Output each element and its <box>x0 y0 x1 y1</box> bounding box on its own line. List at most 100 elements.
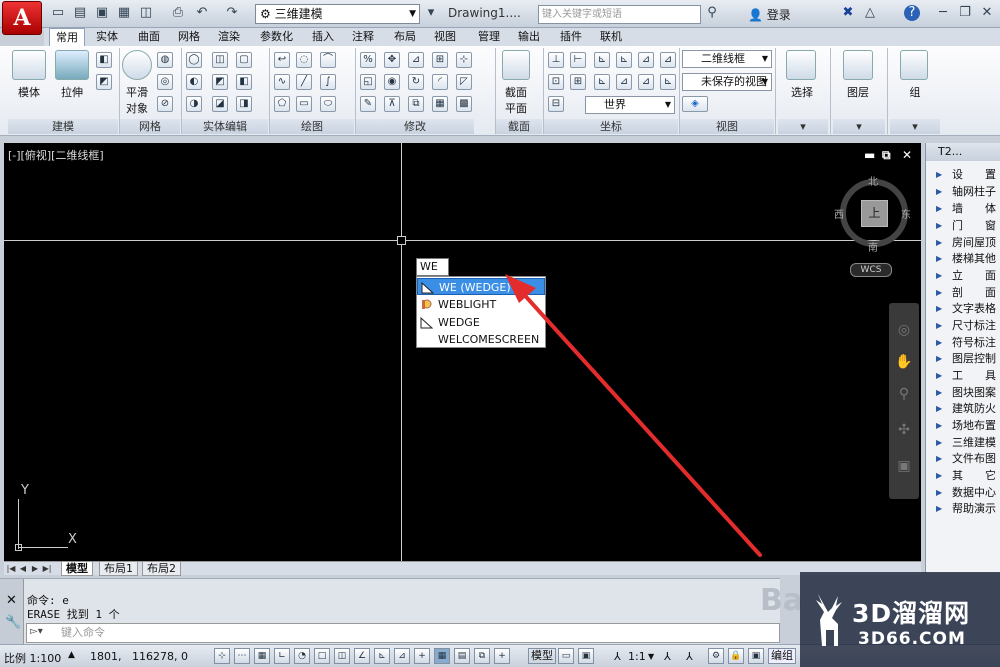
exchange-icon[interactable]: ✖ <box>840 5 856 21</box>
undo-icon[interactable]: ↶ <box>194 5 210 21</box>
scale-readout[interactable]: 比例 1:100 <box>4 650 61 666</box>
panel-mesh[interactable]: 网格 <box>120 119 180 134</box>
layers-icon[interactable] <box>843 50 873 80</box>
erase-icon[interactable]: ✎ <box>360 96 376 112</box>
prev-tab-icon[interactable]: ◀ <box>18 563 28 574</box>
ucs-origin-icon[interactable]: ⊾ <box>594 52 610 68</box>
search-icon[interactable]: ⚲ <box>704 5 720 21</box>
section-label-1[interactable]: 截面 <box>498 84 534 100</box>
ellipse-icon[interactable]: ⬭ <box>320 96 336 112</box>
osnap-icon[interactable]: □ <box>314 648 330 664</box>
palette-item[interactable]: 设 置 <box>936 167 1000 183</box>
tab-render[interactable]: 渲染 <box>212 28 246 46</box>
save-icon[interactable]: ▣ <box>94 5 110 21</box>
ducs-icon[interactable]: ⊾ <box>374 648 390 664</box>
smooth-label-1[interactable]: 平滑 <box>120 84 154 100</box>
wrench-icon[interactable]: 🔧 <box>5 615 21 630</box>
tab-surface[interactable]: 曲面 <box>132 28 166 46</box>
tab-plugins[interactable]: 插件 <box>554 28 588 46</box>
box-icon[interactable] <box>12 50 46 80</box>
panel-draw[interactable]: 绘图 <box>270 119 354 134</box>
smooth-object-icon[interactable] <box>122 50 152 80</box>
tab-view[interactable]: 视图 <box>428 28 462 46</box>
selection-cycling-icon[interactable]: ⧉ <box>474 648 490 664</box>
construction-line-icon[interactable]: ╱ <box>296 74 312 90</box>
first-tab-icon[interactable]: |◀ <box>6 563 16 574</box>
separate-icon[interactable]: ◩ <box>212 74 228 90</box>
group-array-icon[interactable]: ▩ <box>456 96 472 112</box>
extrude-icon[interactable] <box>55 50 89 80</box>
rectangle-icon[interactable]: ▭ <box>296 96 312 112</box>
palette-item[interactable]: 图块图案 <box>936 385 1000 401</box>
palette-item[interactable]: 立 面 <box>936 268 1000 284</box>
palette-item[interactable]: 建筑防火 <box>936 401 1000 417</box>
panel-view[interactable]: 视图 <box>680 119 774 134</box>
rotate-icon[interactable]: ↻ <box>408 74 424 90</box>
palette-item[interactable]: 三维建模 <box>936 435 1000 451</box>
help-icon[interactable]: ? <box>904 5 920 21</box>
palette-item[interactable]: 符号标注 <box>936 335 1000 351</box>
last-tab-icon[interactable]: ▶| <box>42 563 52 574</box>
workspace-button[interactable]: 编组 <box>768 648 796 664</box>
chamfer-icon[interactable]: ◸ <box>456 74 472 90</box>
palette-item[interactable]: 剖 面 <box>936 285 1000 301</box>
model-space-button[interactable]: 模型 <box>528 648 556 664</box>
tab-annotate[interactable]: 注释 <box>346 28 380 46</box>
palette-item[interactable]: 墙 体 <box>936 201 1000 217</box>
intersect-icon[interactable]: ◑ <box>186 96 202 112</box>
union-icon[interactable]: ◯ <box>186 52 202 68</box>
palette-item[interactable]: 其 它 <box>936 468 1000 484</box>
ucs-z-icon[interactable]: ⊿ <box>660 52 676 68</box>
login-button[interactable]: 👤 登录 <box>748 6 791 23</box>
palette-item[interactable]: 尺寸标注 <box>936 318 1000 334</box>
polysolid-icon[interactable]: ◩ <box>96 74 112 90</box>
tab-solid[interactable]: 实体 <box>90 28 124 46</box>
quick-view-drawings-icon[interactable]: ▣ <box>578 648 594 664</box>
panel-modify[interactable]: 修改 <box>356 119 474 134</box>
panel-solid-editing[interactable]: 实体编辑 <box>182 119 268 134</box>
extract-edges-icon[interactable]: ◫ <box>212 52 228 68</box>
ortho-icon[interactable]: ∟ <box>274 648 290 664</box>
tab-insert[interactable]: 插入 <box>306 28 340 46</box>
print-icon[interactable]: ⎙ <box>170 5 186 21</box>
imprint-icon[interactable]: ◨ <box>236 96 252 112</box>
annotation-scale-icon[interactable]: ⅄ <box>614 650 621 663</box>
ucs-icon[interactable]: ⊥ <box>548 52 564 68</box>
subtract-icon[interactable]: ◐ <box>186 74 202 90</box>
tab-layout1[interactable]: 布局1 <box>99 562 138 576</box>
line-icon[interactable]: ↩ <box>274 52 290 68</box>
array-icon[interactable]: ⊹ <box>456 52 472 68</box>
align-icon[interactable]: ◱ <box>360 74 376 90</box>
slice-icon[interactable]: ◧ <box>236 74 252 90</box>
dynamic-input-icon[interactable]: ⊿ <box>394 648 410 664</box>
hardware-acceleration-icon[interactable]: ▣ <box>748 648 764 664</box>
application-menu-button[interactable]: A <box>2 1 42 35</box>
tab-manage[interactable]: 管理 <box>472 28 506 46</box>
new-file-icon[interactable]: ▭ <box>50 5 66 21</box>
mesh-smooth-more-icon[interactable]: ◍ <box>157 52 173 68</box>
rectangular-array-icon[interactable]: ▦ <box>432 96 448 112</box>
named-view-combo[interactable]: 未保存的视图 ▼ <box>682 73 772 91</box>
palette-item[interactable]: 帮助演示 <box>936 501 1000 517</box>
tab-home[interactable]: 常用 <box>49 28 85 47</box>
copy-icon[interactable]: ⧉ <box>408 96 424 112</box>
ucs-previous-icon[interactable]: ⊿ <box>616 74 632 90</box>
palette-item[interactable]: 楼梯其他 <box>936 251 1000 267</box>
next-tab-icon[interactable]: ▶ <box>30 563 40 574</box>
minimize-icon[interactable]: ─ <box>935 5 951 21</box>
close-icon[interactable]: ✕ <box>6 593 17 608</box>
selection-icon[interactable] <box>786 50 816 80</box>
tab-layout[interactable]: 布局 <box>388 28 422 46</box>
search-input[interactable]: 键入关键字或短语 <box>538 5 701 24</box>
redo-icon[interactable]: ↷ <box>224 5 240 21</box>
panel-section[interactable]: 截面 <box>496 119 542 134</box>
layer-button[interactable]: 图层 <box>836 84 880 100</box>
save-as-icon[interactable]: ▦ <box>116 5 132 21</box>
annotation-scale[interactable]: 1:1 <box>628 650 646 663</box>
ucs-zaxis-icon[interactable]: ⊾ <box>660 74 676 90</box>
palette-item[interactable]: 文件布图 <box>936 451 1000 467</box>
drawing-canvas[interactable]: [-][俯视][二维线框] ▬ ⧉ ✕ 上 北 南 西 东 WCS ◎ ✋ ⚲ … <box>4 143 921 561</box>
group-icon[interactable] <box>900 50 928 80</box>
mesh-refine-icon[interactable]: ◎ <box>157 74 173 90</box>
polar-icon[interactable]: ◔ <box>294 648 310 664</box>
